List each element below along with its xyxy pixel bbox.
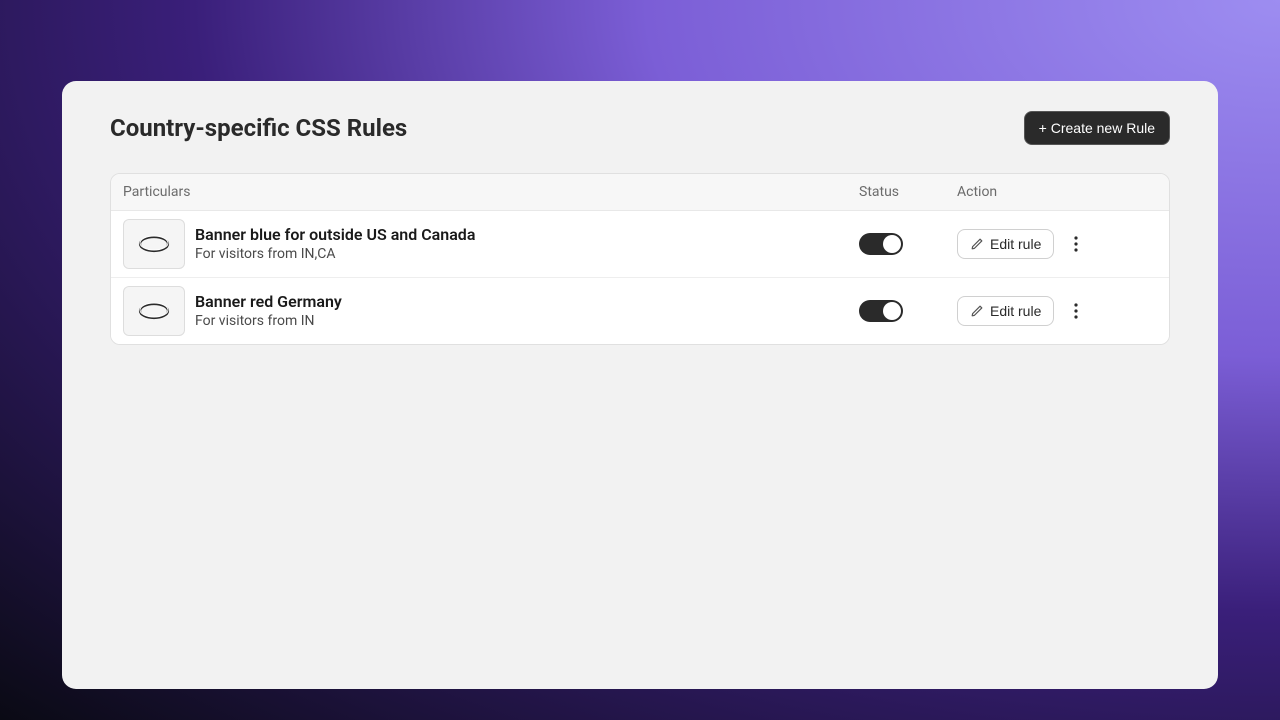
status-toggle[interactable]: [859, 233, 903, 255]
pencil-icon: [970, 237, 984, 251]
column-header-particulars: Particulars: [123, 184, 859, 200]
table-row: Banner red Germany For visitors from IN …: [111, 278, 1169, 344]
column-header-status: Status: [859, 184, 957, 200]
more-vertical-icon: [1074, 236, 1078, 252]
rule-title: Banner red Germany: [195, 292, 859, 313]
rules-table: Particulars Status Action Banner blue fo…: [110, 173, 1170, 345]
page-header: Country-specific CSS Rules + Create new …: [110, 111, 1170, 145]
more-actions-button[interactable]: [1064, 232, 1088, 256]
status-toggle[interactable]: [859, 300, 903, 322]
rule-info: Banner blue for outside US and Canada Fo…: [195, 225, 859, 264]
rule-subtitle: For visitors from IN: [195, 312, 859, 330]
toggle-knob: [883, 302, 901, 320]
rule-info: Banner red Germany For visitors from IN: [195, 292, 859, 331]
column-header-action: Action: [957, 184, 1157, 200]
edit-rule-label: Edit rule: [990, 236, 1041, 252]
more-actions-button[interactable]: [1064, 299, 1088, 323]
more-vertical-icon: [1074, 303, 1078, 319]
pencil-icon: [970, 304, 984, 318]
toggle-knob: [883, 235, 901, 253]
ring-icon: [135, 232, 173, 256]
table-header: Particulars Status Action: [111, 174, 1169, 211]
rule-thumbnail: [123, 219, 185, 269]
edit-rule-label: Edit rule: [990, 303, 1041, 319]
create-rule-button[interactable]: + Create new Rule: [1024, 111, 1170, 145]
ring-icon: [135, 299, 173, 323]
edit-rule-button[interactable]: Edit rule: [957, 296, 1054, 326]
rule-subtitle: For visitors from IN,CA: [195, 245, 859, 263]
edit-rule-button[interactable]: Edit rule: [957, 229, 1054, 259]
rule-thumbnail: [123, 286, 185, 336]
rule-title: Banner blue for outside US and Canada: [195, 225, 859, 246]
app-window: Country-specific CSS Rules + Create new …: [62, 81, 1218, 689]
page-title: Country-specific CSS Rules: [110, 114, 407, 142]
table-row: Banner blue for outside US and Canada Fo…: [111, 211, 1169, 278]
